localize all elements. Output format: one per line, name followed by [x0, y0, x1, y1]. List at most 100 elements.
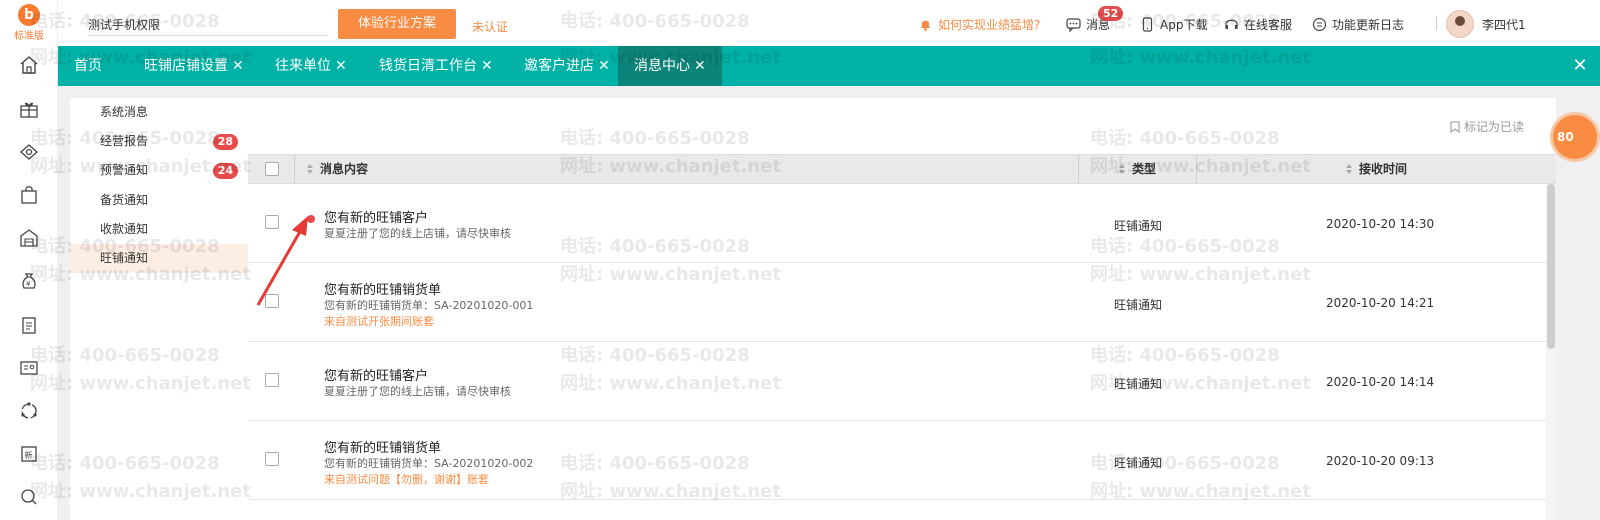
industry-plan-button[interactable]: 体验行业方案 — [338, 9, 456, 39]
bell-icon — [921, 20, 930, 31]
table-row[interactable]: 您有新的旺铺客户 夏夏注册了您的线上店铺，请尽快审核 旺铺通知 2020-10-… — [248, 185, 1546, 263]
tab-label: 消息中心 — [634, 58, 690, 74]
avatar[interactable] — [1446, 10, 1474, 38]
tab-daily-workbench[interactable]: 钱货日清工作台 ✕ — [363, 46, 509, 86]
share-icon[interactable] — [18, 400, 40, 422]
message-subtitle: 夏夏注册了您的线上店铺，请尽快审核 — [324, 227, 511, 240]
close-icon[interactable]: ✕ — [481, 58, 493, 74]
logo-text: 标准版 — [14, 31, 44, 42]
column-label: 消息内容 — [320, 162, 369, 176]
mark-read-label: 标记为已读 — [1463, 120, 1524, 134]
tab-bar: 首页 旺铺店铺设置 ✕ 往来单位 ✕ 钱货日清工作台 ✕ 邀客户进店 ✕ 消息中心 ✕ ✕ — [58, 46, 1600, 86]
row-checkbox[interactable] — [265, 452, 279, 466]
message-type: 旺铺通知 — [1114, 456, 1163, 470]
menu-item-payment[interactable]: 收款通知 — [70, 215, 248, 244]
table-row[interactable]: 您有新的旺铺销货单 您有新的旺铺销货单：SA-20201020-001 来自测试… — [248, 264, 1546, 342]
money-bag-icon[interactable]: ¥ — [18, 270, 40, 292]
id-card-icon[interactable] — [18, 357, 40, 379]
message-time: 2020-10-20 09:13 — [1326, 454, 1435, 468]
menu-item-business-report[interactable]: 经营报告 28 — [70, 127, 248, 156]
changelog-link[interactable]: 功能更新日志 — [1312, 16, 1404, 33]
close-all-tabs-icon[interactable]: ✕ — [1572, 57, 1588, 75]
scroll-thumb[interactable] — [1547, 184, 1555, 349]
row-checkbox[interactable] — [265, 373, 279, 387]
tab-label: 旺铺店铺设置 — [144, 58, 228, 74]
table-row[interactable]: 您有新的旺铺客户 夏夏注册了您的线上店铺，请尽快审核 旺铺通知 2020-10-… — [248, 343, 1546, 421]
column-type[interactable]: 类型 — [1118, 155, 1156, 183]
table-row[interactable]: 您有新的旺铺销货单 您有新的旺铺销货单：SA-20201020-002 来自测试… — [248, 422, 1546, 500]
menu-item-stock[interactable]: 备货通知 — [70, 186, 248, 215]
close-icon[interactable]: ✕ — [694, 58, 706, 74]
tab-label: 往来单位 — [275, 58, 331, 74]
column-label: 类型 — [1132, 162, 1157, 176]
tab-home[interactable]: 首页 — [58, 46, 118, 86]
clipboard-icon[interactable] — [18, 314, 40, 336]
chat-icon[interactable] — [18, 486, 40, 508]
sort-icon — [1119, 164, 1125, 174]
message-time: 2020-10-20 14:14 — [1326, 375, 1435, 389]
message-icon — [1066, 18, 1081, 32]
close-icon[interactable]: ✕ — [232, 58, 244, 74]
menu-item-shop-notice[interactable]: 旺铺通知 — [70, 244, 248, 273]
message-title[interactable]: 您有新的旺铺销货单 — [324, 437, 441, 456]
news-icon[interactable]: 新 — [18, 443, 40, 465]
mark-read-button[interactable]: 标记为已读 — [1450, 118, 1524, 135]
select-all-checkbox[interactable] — [265, 162, 279, 176]
menu-item-label: 旺铺通知 — [100, 251, 149, 265]
app-logo[interactable]: b 标准版 — [12, 4, 46, 42]
message-time: 2020-10-20 14:30 — [1326, 217, 1435, 231]
annotation-arrow-icon — [256, 216, 308, 306]
phone-icon — [1142, 17, 1153, 32]
menu-item-alerts[interactable]: 预警通知 24 — [70, 156, 248, 185]
menu-item-label: 收款通知 — [100, 222, 149, 236]
svg-text:新: 新 — [25, 450, 33, 460]
divider — [1196, 155, 1197, 183]
message-title[interactable]: 您有新的旺铺销货单 — [324, 279, 441, 298]
tab-message-center[interactable]: 消息中心 ✕ — [618, 46, 722, 86]
tab-invite-customers[interactable]: 邀客户进店 ✕ — [508, 46, 626, 86]
close-icon[interactable]: ✕ — [335, 58, 347, 74]
message-category-menu: 系统消息 经营报告 28 预警通知 24 备货通知 收款通知 旺铺通知 — [70, 98, 248, 520]
message-panel: 标记为已读 消息内容 类型 接收时间 您有新的旺铺客户 夏夏注册了您的线上店铺，… — [248, 98, 1556, 520]
store-icon[interactable] — [18, 141, 40, 163]
message-title[interactable]: 您有新的旺铺客户 — [324, 207, 428, 226]
app-download-link[interactable]: App下载 — [1140, 16, 1207, 33]
shopping-bag-icon[interactable] — [18, 184, 40, 206]
promo-text: 如何实现业绩猛增? — [938, 18, 1041, 32]
close-icon[interactable]: ✕ — [598, 58, 610, 74]
home-icon[interactable] — [18, 54, 40, 76]
left-rail: b 标准版 ¥ 新 — [0, 0, 58, 520]
scrollbar[interactable] — [1546, 184, 1556, 520]
table-header: 消息内容 类型 接收时间 — [248, 154, 1556, 184]
tab-label: 钱货日清工作台 — [379, 58, 477, 74]
column-content[interactable]: 消息内容 — [306, 155, 368, 183]
tab-shop-settings[interactable]: 旺铺店铺设置 ✕ — [128, 46, 260, 86]
message-type: 旺铺通知 — [1114, 219, 1163, 233]
online-support-label: 在线客服 — [1244, 18, 1293, 32]
message-subtitle: 您有新的旺铺销货单：SA-20201020-002 — [324, 457, 534, 470]
top-bar: 测试手机权限 体验行业方案 未认证 如何实现业绩猛增? 消息 52 App下载 … — [58, 0, 1600, 46]
gift-icon[interactable] — [18, 98, 40, 120]
unverified-link[interactable]: 未认证 — [472, 18, 508, 35]
company-selector[interactable]: 测试手机权限 — [88, 8, 350, 36]
changelog-label: 功能更新日志 — [1332, 18, 1405, 32]
svg-text:¥: ¥ — [26, 280, 31, 288]
tab-label: 首页 — [74, 58, 102, 74]
column-time[interactable]: 接收时间 — [1345, 155, 1407, 183]
bookmark-icon — [1450, 121, 1460, 133]
message-title[interactable]: 您有新的旺铺客户 — [324, 365, 428, 384]
message-type: 旺铺通知 — [1114, 377, 1163, 391]
floating-assistant-badge[interactable]: 80 — [1550, 112, 1600, 162]
username[interactable]: 李四代1 — [1482, 16, 1526, 33]
divider — [1078, 155, 1079, 183]
tab-partners[interactable]: 往来单位 ✕ — [259, 46, 363, 86]
logo-mark: b — [18, 4, 40, 26]
message-subtitle: 您有新的旺铺销货单：SA-20201020-001 — [324, 299, 534, 312]
promo-link[interactable]: 如何实现业绩猛增? — [918, 16, 1040, 33]
update-icon — [1312, 17, 1327, 32]
warehouse-icon[interactable] — [18, 227, 40, 249]
online-support-link[interactable]: 在线客服 — [1224, 16, 1292, 33]
app-download-label: App下载 — [1160, 18, 1208, 32]
menu-item-system[interactable]: 系统消息 — [70, 98, 248, 127]
company-name: 测试手机权限 — [88, 18, 161, 32]
